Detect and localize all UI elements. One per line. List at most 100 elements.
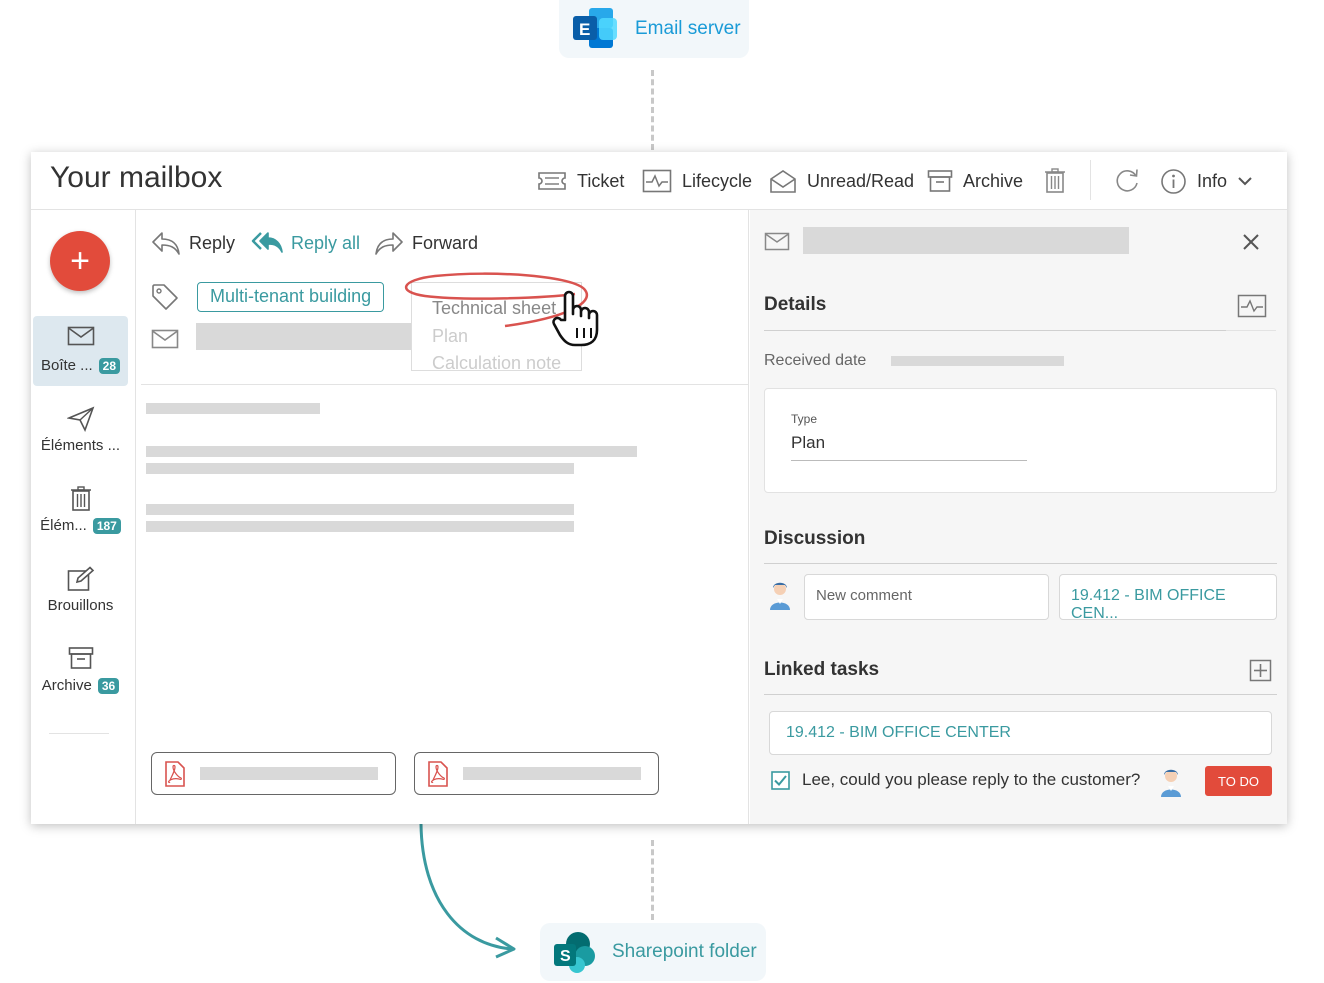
add-task-icon[interactable] bbox=[1249, 659, 1272, 682]
body-placeholder bbox=[146, 504, 574, 515]
ticket-button[interactable]: Ticket bbox=[537, 166, 624, 196]
delete-button[interactable] bbox=[1044, 166, 1076, 196]
arrow-to-sharepoint bbox=[419, 823, 516, 959]
connector-top bbox=[651, 70, 654, 150]
sharepoint-node: S Sharepoint folder bbox=[540, 923, 766, 981]
unread-read-label: Unread/Read bbox=[807, 170, 915, 191]
sidebar-item-deleted[interactable]: Élém... 187 bbox=[33, 476, 128, 546]
reply-icon bbox=[152, 232, 180, 255]
archive-icon bbox=[68, 647, 93, 669]
refresh-button[interactable] bbox=[1113, 166, 1151, 196]
edit-icon bbox=[67, 566, 94, 591]
toolbar-separator bbox=[1090, 160, 1091, 200]
sidebar: + Boîte ... 28 Éléments ... Élém... 187 Br… bbox=[31, 210, 136, 824]
info-icon bbox=[1161, 168, 1186, 194]
message-pane: Reply Reply all Forward Multi-tenant bui… bbox=[137, 210, 749, 824]
reply-all-button[interactable]: Reply all bbox=[251, 230, 360, 256]
body-placeholder bbox=[146, 446, 637, 457]
body-placeholder bbox=[146, 521, 574, 532]
checkbox-checked[interactable] bbox=[771, 771, 790, 790]
linked-tasks-title: Linked tasks bbox=[764, 659, 880, 680]
discussion-project: 19.412 - BIM OFFICE CEN... bbox=[1071, 587, 1226, 622]
info-button[interactable]: Info bbox=[1160, 166, 1263, 196]
avatar bbox=[770, 582, 790, 610]
subject-placeholder bbox=[196, 323, 416, 350]
refresh-icon bbox=[1116, 169, 1138, 192]
reply-all-label: Reply all bbox=[291, 232, 361, 253]
new-comment-input[interactable]: New comment bbox=[804, 574, 1049, 620]
info-label: Info bbox=[1197, 170, 1228, 191]
trash-icon bbox=[1045, 168, 1065, 193]
type-card: Type Plan bbox=[764, 388, 1277, 493]
attachment-name-placeholder bbox=[200, 767, 378, 780]
reply-button[interactable]: Reply bbox=[151, 230, 235, 256]
email-server-label: Email server bbox=[635, 18, 741, 39]
reply-all-icon bbox=[251, 232, 283, 253]
sharepoint-icon: S bbox=[554, 932, 595, 973]
lifecycle-icon bbox=[642, 169, 672, 193]
envelope-icon bbox=[151, 329, 179, 349]
sidebar-item-sent[interactable]: Éléments ... bbox=[33, 396, 128, 466]
mailbox-window: Your mailbox Ticket Lifecycle Unread/Rea… bbox=[31, 152, 1287, 824]
forward-icon bbox=[375, 232, 403, 255]
comment-placeholder: New comment bbox=[816, 587, 912, 604]
header-divider bbox=[141, 384, 748, 385]
linked-project[interactable]: 19.412 - BIM OFFICE CENTER bbox=[769, 711, 1272, 755]
archive-label: Archive bbox=[963, 170, 1024, 191]
sidebar-divider bbox=[49, 733, 109, 734]
details-pane: Details Received date Type Plan Discussi… bbox=[750, 210, 1287, 824]
tag-icon bbox=[152, 284, 178, 310]
archive-button[interactable]: Archive bbox=[927, 166, 1023, 196]
forward-button[interactable]: Forward bbox=[374, 230, 478, 256]
forward-label: Forward bbox=[412, 232, 479, 253]
type-select[interactable]: Plan bbox=[791, 433, 1027, 461]
close-icon[interactable] bbox=[1242, 233, 1260, 251]
top-toolbar: Your mailbox Ticket Lifecycle Unread/Rea… bbox=[31, 152, 1287, 210]
hand-cursor-icon bbox=[552, 290, 599, 347]
discussion-project-select[interactable]: 19.412 - BIM OFFICE CEN... bbox=[1059, 574, 1277, 622]
envelope-open-icon bbox=[770, 170, 796, 193]
sidebar-item-inbox[interactable]: Boîte ... 28 bbox=[33, 316, 128, 386]
page-title: Your mailbox bbox=[50, 161, 223, 194]
reply-label: Reply bbox=[189, 232, 236, 253]
details-divider bbox=[764, 330, 1226, 331]
ticket-icon bbox=[538, 172, 566, 190]
exchange-icon: E bbox=[573, 8, 617, 48]
sidebar-item-label: Archive bbox=[41, 677, 92, 694]
linked-project-label: 19.412 - BIM OFFICE CENTER bbox=[786, 724, 1011, 741]
sidebar-item-drafts[interactable]: Brouillons bbox=[33, 556, 128, 626]
lifecycle-icon[interactable] bbox=[1237, 294, 1267, 318]
send-icon bbox=[66, 406, 94, 432]
discussion-title: Discussion bbox=[764, 528, 866, 549]
tag-chip[interactable]: Multi-tenant building bbox=[197, 282, 385, 312]
details-divider-right bbox=[1226, 330, 1276, 331]
chevron-down-icon bbox=[1238, 177, 1252, 186]
attachment[interactable] bbox=[151, 752, 396, 795]
received-date-label: Received date bbox=[764, 352, 867, 369]
avatar bbox=[1161, 769, 1181, 797]
received-date-value bbox=[891, 356, 1064, 366]
trash-icon bbox=[70, 486, 91, 511]
email-server-node: E Email server bbox=[559, 0, 749, 58]
count-badge: 36 bbox=[97, 677, 120, 694]
tag-option[interactable]: Calculation note bbox=[432, 353, 561, 374]
unread-read-button[interactable]: Unread/Read bbox=[769, 166, 914, 196]
archive-icon bbox=[927, 170, 953, 192]
subject-placeholder bbox=[803, 227, 1129, 254]
pdf-icon bbox=[165, 761, 185, 787]
lifecycle-button[interactable]: Lifecycle bbox=[642, 166, 752, 196]
ticket-label: Ticket bbox=[577, 170, 625, 191]
lifecycle-label: Lifecycle bbox=[682, 170, 753, 191]
task-text: Lee, could you please reply to the custo… bbox=[802, 770, 1141, 789]
new-message-button[interactable]: + bbox=[50, 231, 110, 291]
connector-bottom bbox=[651, 840, 654, 920]
sidebar-item-label: Brouillons bbox=[47, 597, 114, 614]
sidebar-item-archive[interactable]: Archive 36 bbox=[33, 636, 128, 706]
sharepoint-label: Sharepoint folder bbox=[612, 941, 757, 962]
status-badge[interactable]: TO DO bbox=[1205, 766, 1272, 796]
discussion-divider bbox=[764, 563, 1277, 564]
pdf-icon bbox=[428, 761, 448, 787]
linked-tasks-divider bbox=[764, 694, 1277, 695]
attachment[interactable] bbox=[414, 752, 659, 795]
plus-icon: + bbox=[70, 242, 90, 280]
